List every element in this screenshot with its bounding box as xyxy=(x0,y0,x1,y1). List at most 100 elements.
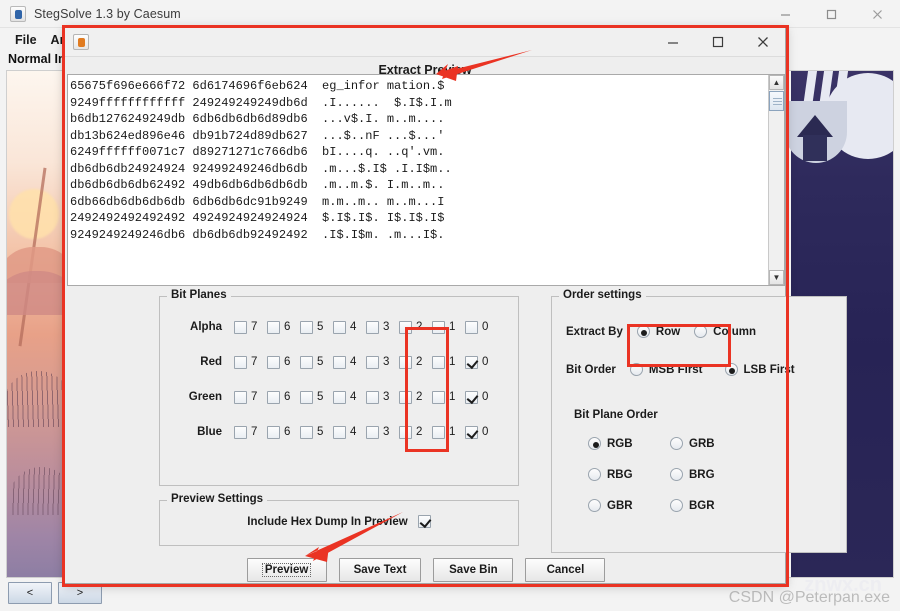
bit-index-label: 2 xyxy=(416,391,423,403)
radio-icon xyxy=(670,437,683,450)
radio-bit-plane-order-rbg[interactable]: RBG xyxy=(588,468,670,481)
bit-plane-checkbox-blue-3[interactable]: 3 xyxy=(366,425,399,439)
radio-extract-by-row[interactable]: Row xyxy=(636,325,680,338)
preview-settings-group: Preview Settings Include Hex Dump In Pre… xyxy=(159,493,519,546)
hex-dump-row: db6db6db24924924 92499249246db6db .m...$… xyxy=(70,161,452,176)
scrollbar-thumb[interactable] xyxy=(769,91,784,111)
hex-dump-row: 2492492492492492 4924924924924924 $.I$.I… xyxy=(70,211,445,225)
extract-by-label: Extract By xyxy=(566,325,623,338)
hex-dump-text[interactable]: 65675f696e666f72 6d6174696f6eb624 eg_inf… xyxy=(68,75,768,285)
bit-plane-checkbox-green-6[interactable]: 6 xyxy=(267,390,300,404)
radio-bit-plane-order-gbr[interactable]: GBR xyxy=(588,499,670,512)
bit-index-label: 2 xyxy=(416,321,423,333)
include-hex-dump-row[interactable]: Include Hex Dump In Preview xyxy=(160,515,518,528)
bit-plane-checkbox-blue-0[interactable]: 0 xyxy=(465,425,498,439)
include-hex-dump-checkbox[interactable] xyxy=(417,515,431,528)
bit-plane-channel-label: Red xyxy=(200,356,222,368)
radio-bit-plane-order-bgr[interactable]: BGR xyxy=(670,499,752,512)
radio-icon xyxy=(636,325,650,338)
bit-index-label: 3 xyxy=(383,321,390,333)
main-maximize-button[interactable] xyxy=(808,0,854,28)
bit-plane-checkbox-red-3[interactable]: 3 xyxy=(366,355,399,369)
hex-dump-panel: 65675f696e666f72 6d6174696f6eb624 eg_inf… xyxy=(67,74,785,286)
order-settings-group: Order settings Extract By Row Column Bit… xyxy=(551,289,847,553)
bit-plane-checkbox-green-1[interactable]: 1 xyxy=(432,390,465,404)
bit-plane-checkbox-group: 7 6 5 4 3 2 1 0 xyxy=(234,320,498,334)
bit-plane-checkbox-red-5[interactable]: 5 xyxy=(300,355,333,369)
prev-image-button[interactable]: < xyxy=(8,582,52,604)
bit-plane-checkbox-alpha-4[interactable]: 4 xyxy=(333,320,366,334)
dialog-window-controls xyxy=(650,28,785,57)
bit-plane-checkbox-blue-2[interactable]: 2 xyxy=(399,425,432,439)
checkbox-icon xyxy=(234,355,247,369)
preview-button[interactable]: Preview xyxy=(246,558,327,582)
bit-index-label: 1 xyxy=(449,321,456,333)
bit-order-row: Bit Order MSB First LSB First xyxy=(566,363,795,376)
bit-plane-checkbox-blue-4[interactable]: 4 xyxy=(333,425,366,439)
bit-plane-checkbox-group: 7 6 5 4 3 2 1 0 xyxy=(234,355,498,369)
checkbox-icon xyxy=(465,390,478,404)
bit-plane-checkbox-red-1[interactable]: 1 xyxy=(432,355,465,369)
cancel-button[interactable]: Cancel xyxy=(525,558,606,582)
radio-extract-by-column[interactable]: Column xyxy=(694,325,756,338)
checkbox-icon xyxy=(333,425,346,439)
bit-plane-checkbox-blue-6[interactable]: 6 xyxy=(267,425,300,439)
bit-plane-checkbox-alpha-6[interactable]: 6 xyxy=(267,320,300,334)
bit-index-label: 7 xyxy=(251,356,258,368)
radio-lsb-first[interactable]: LSB First xyxy=(724,363,795,376)
bit-plane-checkbox-blue-5[interactable]: 5 xyxy=(300,425,333,439)
save-text-button[interactable]: Save Text xyxy=(338,558,422,582)
radio-msb-first[interactable]: MSB First xyxy=(629,363,703,376)
bit-plane-checkbox-blue-1[interactable]: 1 xyxy=(432,425,465,439)
hex-dump-row: 6249ffffff0071c7 d89271271c766db6 bI....… xyxy=(70,145,445,159)
bit-index-label: 1 xyxy=(449,426,456,438)
radio-icon xyxy=(694,325,708,338)
bit-plane-checkbox-alpha-2[interactable]: 2 xyxy=(399,320,432,334)
bit-index-label: 4 xyxy=(350,426,357,438)
bit-plane-checkbox-blue-7[interactable]: 7 xyxy=(234,425,267,439)
main-close-button[interactable] xyxy=(854,0,900,28)
bit-index-label: 5 xyxy=(317,426,324,438)
bit-plane-checkbox-red-0[interactable]: 0 xyxy=(465,355,498,369)
main-minimize-button[interactable] xyxy=(762,0,808,28)
preview-settings-legend: Preview Settings xyxy=(167,493,268,505)
menu-item-file[interactable]: File xyxy=(8,31,44,49)
button-label: Cancel xyxy=(546,564,585,576)
bit-plane-checkbox-red-6[interactable]: 6 xyxy=(267,355,300,369)
dialog-maximize-button[interactable] xyxy=(695,28,740,57)
hex-dump-row: 6db66db6db6db6db 6db6db6dc91b9249 m.m..m… xyxy=(70,194,445,209)
checkbox-icon xyxy=(267,425,280,439)
bit-plane-row-alpha: Alpha 7 6 5 4 3 2 1 0 xyxy=(160,315,518,339)
radio-bit-plane-order-rgb[interactable]: RGB xyxy=(588,437,670,450)
java-coffee-cup-icon xyxy=(73,34,89,50)
save-bin-button[interactable]: Save Bin xyxy=(433,558,514,582)
bit-plane-checkbox-red-2[interactable]: 2 xyxy=(399,355,432,369)
bit-plane-checkbox-green-0[interactable]: 0 xyxy=(465,390,498,404)
radio-bit-plane-order-grb[interactable]: GRB xyxy=(670,437,752,450)
bit-plane-checkbox-green-3[interactable]: 3 xyxy=(366,390,399,404)
hex-dump-scrollbar[interactable]: ▲ ▼ xyxy=(768,75,784,285)
bit-plane-checkbox-alpha-0[interactable]: 0 xyxy=(465,320,498,334)
radio-bit-plane-order-brg[interactable]: BRG xyxy=(670,468,752,481)
bit-plane-checkbox-red-7[interactable]: 7 xyxy=(234,355,267,369)
bit-plane-checkbox-alpha-5[interactable]: 5 xyxy=(300,320,333,334)
bit-index-label: 3 xyxy=(383,391,390,403)
dialog-minimize-button[interactable] xyxy=(650,28,695,57)
scroll-up-icon[interactable]: ▲ xyxy=(769,75,784,90)
bit-plane-checkbox-alpha-1[interactable]: 1 xyxy=(432,320,465,334)
bit-index-label: 6 xyxy=(284,426,291,438)
bit-plane-checkbox-alpha-7[interactable]: 7 xyxy=(234,320,267,334)
scroll-down-icon[interactable]: ▼ xyxy=(769,270,784,285)
bit-plane-checkbox-alpha-3[interactable]: 3 xyxy=(366,320,399,334)
bit-plane-checkbox-red-4[interactable]: 4 xyxy=(333,355,366,369)
bit-plane-checkbox-green-5[interactable]: 5 xyxy=(300,390,333,404)
bit-plane-checkbox-green-7[interactable]: 7 xyxy=(234,390,267,404)
dialog-close-button[interactable] xyxy=(740,28,785,57)
bit-plane-checkbox-green-2[interactable]: 2 xyxy=(399,390,432,404)
bit-index-label: 6 xyxy=(284,321,291,333)
main-window-titlebar: StegSolve 1.3 by Caesum xyxy=(0,0,900,28)
bit-index-label: 3 xyxy=(383,426,390,438)
bit-plane-channel-label: Alpha xyxy=(190,321,222,333)
bit-plane-checkbox-green-4[interactable]: 4 xyxy=(333,390,366,404)
next-image-button[interactable]: > xyxy=(58,582,102,604)
